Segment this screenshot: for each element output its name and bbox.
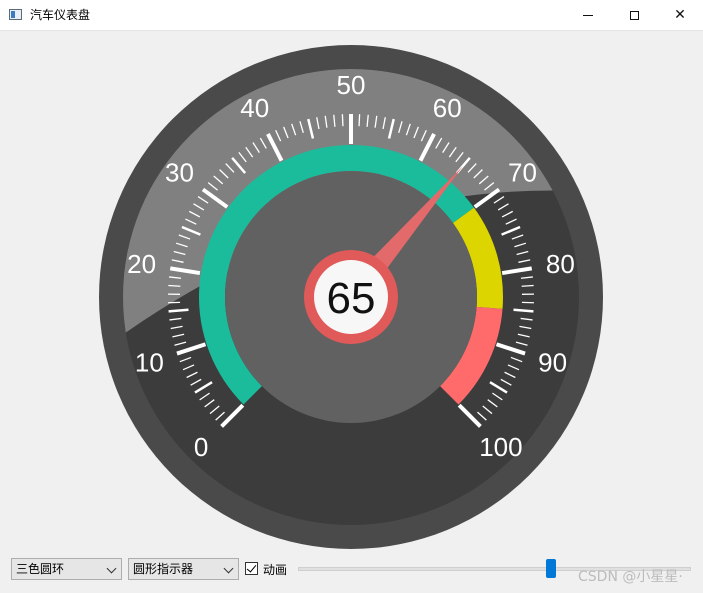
animation-checkbox[interactable] xyxy=(245,562,258,575)
control-bar: 三色圆环 圆形指示器 动画 CSDN @小星星· xyxy=(0,556,703,586)
scale-label: 30 xyxy=(165,157,194,187)
indicator-style-select[interactable]: 圆形指示器 xyxy=(128,558,239,580)
minor-tick xyxy=(521,284,534,287)
close-icon: ✕ xyxy=(674,7,686,23)
minor-tick xyxy=(341,114,344,127)
scale-label: 0 xyxy=(194,432,208,462)
watermark: CSDN @小星星· xyxy=(578,569,683,585)
speed-gauge: 0 10 20 30 40 50 60 70 80 90 100 65 xyxy=(99,45,603,549)
minor-tick xyxy=(168,284,181,287)
value-slider-handle[interactable] xyxy=(546,559,556,578)
close-button[interactable]: ✕ xyxy=(657,0,703,30)
minor-tick xyxy=(168,308,189,313)
minor-tick xyxy=(358,114,361,127)
minimize-button[interactable] xyxy=(565,0,611,30)
scale-label: 70 xyxy=(508,157,537,187)
ring-style-select[interactable]: 三色圆环 xyxy=(11,558,122,580)
chevron-down-icon xyxy=(106,563,117,574)
scale-label: 60 xyxy=(433,93,462,123)
minimize-icon xyxy=(583,14,593,16)
window-title: 汽车仪表盘 xyxy=(30,8,91,22)
gauge-value-readout: 65 xyxy=(327,274,376,323)
minor-tick xyxy=(513,308,534,313)
scale-label: 10 xyxy=(135,348,164,378)
ring-style-select-value: 三色圆环 xyxy=(16,562,65,576)
scale-label: 40 xyxy=(240,93,269,123)
scale-label: 20 xyxy=(127,249,156,279)
app-icon xyxy=(9,9,22,20)
checkmark-icon xyxy=(246,562,257,573)
scale-label: 50 xyxy=(337,70,366,100)
indicator-style-select-value: 圆形指示器 xyxy=(133,562,194,576)
scale-label: 80 xyxy=(546,249,575,279)
title-bar: 汽车仪表盘 ✕ xyxy=(0,0,703,31)
maximize-icon xyxy=(629,10,639,20)
chevron-down-icon xyxy=(223,563,234,574)
scale-label: 100 xyxy=(479,432,522,462)
scale-label: 90 xyxy=(538,348,567,378)
maximize-button[interactable] xyxy=(611,0,657,30)
animation-checkbox-label: 动画 xyxy=(263,563,288,577)
